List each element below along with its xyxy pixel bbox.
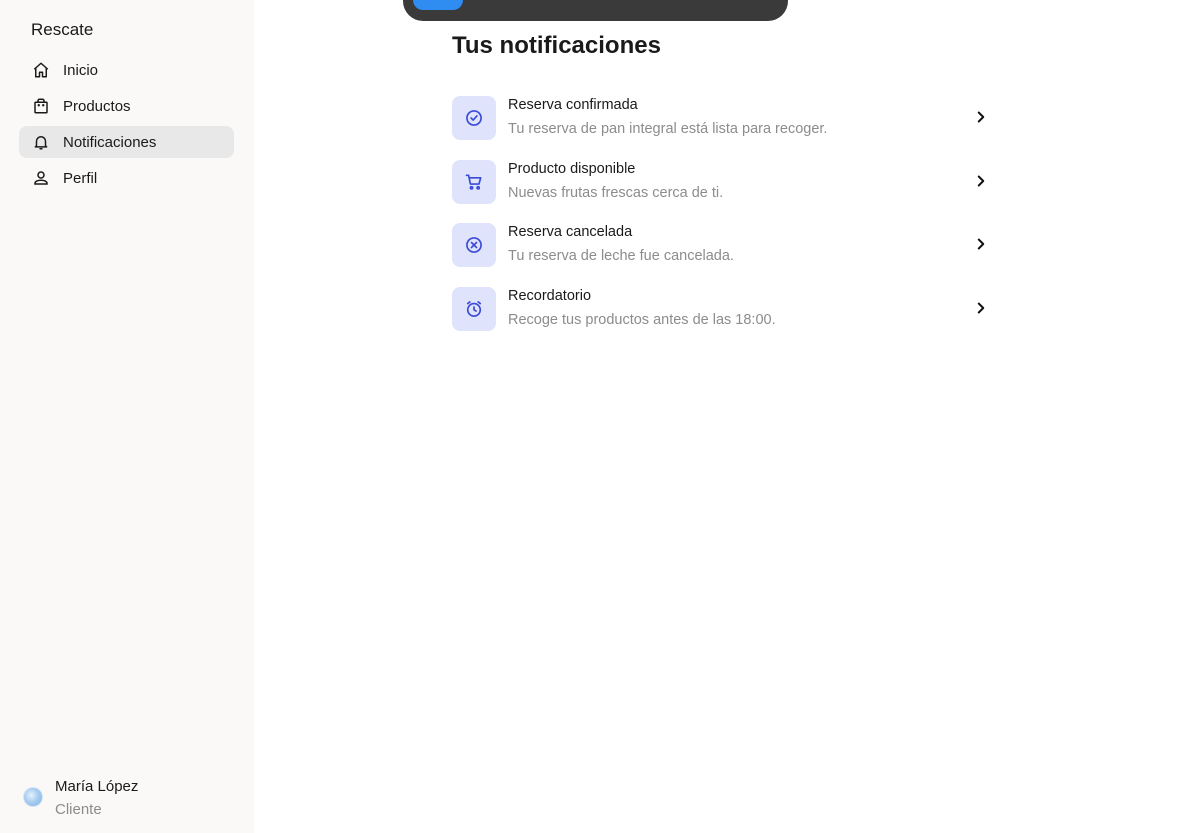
notification-item[interactable]: Reserva cancelada Tu reserva de leche fu… <box>452 223 992 267</box>
chevron-right-icon <box>977 111 985 123</box>
notification-description: Recoge tus productos antes de las 18:00. <box>508 311 776 328</box>
sidebar: Rescate Inicio Productos Notificaciones … <box>0 0 254 833</box>
avatar <box>23 787 43 807</box>
shopping-bag-icon <box>31 96 51 116</box>
sidebar-item-label: Perfil <box>63 169 98 187</box>
sidebar-item-label: Inicio <box>63 61 99 79</box>
toolbar-button[interactable] <box>413 0 463 10</box>
sidebar-item-inicio[interactable]: Inicio <box>19 54 234 86</box>
sidebar-item-productos[interactable]: Productos <box>19 90 234 122</box>
notification-item[interactable]: Recordatorio Recoge tus productos antes … <box>452 286 992 331</box>
top-toolbar <box>403 0 788 21</box>
sidebar-item-label: Notificaciones <box>63 133 157 151</box>
cart-icon <box>452 159 496 204</box>
user-profile[interactable]: María López Cliente <box>23 776 138 822</box>
brand-title: Rescate <box>31 20 94 39</box>
bell-icon <box>31 132 51 152</box>
page-title: Tus notificaciones <box>452 32 661 59</box>
alarm-clock-icon <box>452 286 496 331</box>
notification-description: Tu reserva de leche fue cancelada. <box>508 248 734 264</box>
notification-description: Tu reserva de pan integral está lista pa… <box>508 121 828 137</box>
notification-title: Reserva confirmada <box>508 97 638 113</box>
user-role: Cliente <box>55 801 102 818</box>
sidebar-item-label: Productos <box>63 97 131 115</box>
sidebar-item-notificaciones[interactable]: Notificaciones <box>19 126 234 158</box>
notification-title: Reserva cancelada <box>508 224 633 240</box>
home-icon <box>31 60 51 80</box>
user-name: María López <box>55 778 139 795</box>
chevron-right-icon <box>977 238 985 250</box>
x-circle-icon <box>452 223 496 267</box>
notification-title: Producto disponible <box>508 160 636 177</box>
check-circle-icon <box>452 96 496 140</box>
sidebar-nav: Inicio Productos Notificaciones Perfil <box>19 54 234 198</box>
notification-list: Reserva confirmada Tu reserva de pan int… <box>452 96 992 350</box>
notification-description: Nuevas frutas frescas cerca de ti. <box>508 184 724 201</box>
notification-title: Recordatorio <box>508 287 592 304</box>
notification-item[interactable]: Reserva confirmada Tu reserva de pan int… <box>452 96 992 140</box>
chevron-right-icon <box>977 302 985 313</box>
sidebar-item-perfil[interactable]: Perfil <box>19 162 234 194</box>
chevron-right-icon <box>977 175 985 186</box>
person-icon <box>31 168 51 188</box>
notification-item[interactable]: Producto disponible Nuevas frutas fresca… <box>452 159 992 204</box>
